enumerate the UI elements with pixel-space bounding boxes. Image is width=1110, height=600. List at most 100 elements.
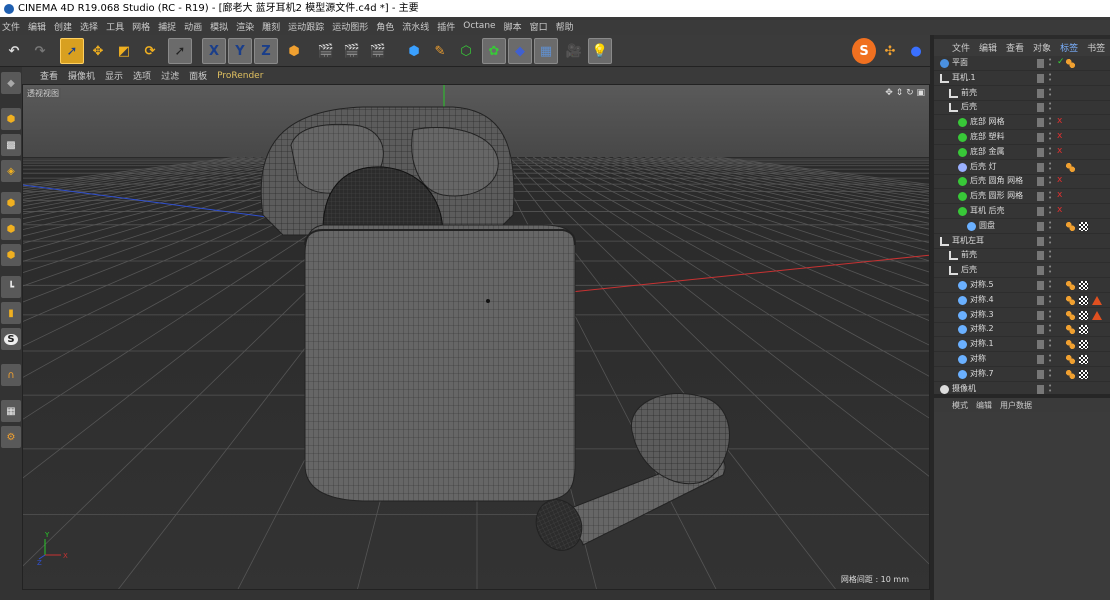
menu-item[interactable]: 流水线 [402, 20, 429, 33]
layer-swatch[interactable] [1037, 236, 1044, 246]
axis-mode-icon[interactable]: ┗ [1, 276, 21, 298]
visibility-dots[interactable]: • • [1048, 219, 1053, 232]
checker-icon[interactable] [1079, 325, 1088, 335]
menu-item[interactable]: 雕刻 [262, 20, 280, 33]
cloner-icon[interactable]: ✿ [482, 38, 506, 64]
object-row[interactable]: 后壳 圆角 网格 • • x [934, 174, 1110, 190]
disabled-x-icon[interactable]: x [1057, 146, 1062, 156]
object-manager-tab[interactable]: 书签 [1087, 41, 1105, 54]
checker-icon[interactable] [1079, 221, 1088, 231]
make-editable-icon[interactable]: ◆ [1, 72, 21, 94]
visibility-dots[interactable]: • • [1048, 234, 1053, 247]
orange-dots-icon[interactable] [1066, 59, 1075, 68]
menu-item[interactable]: 创建 [54, 20, 72, 33]
checker-icon[interactable] [1079, 355, 1088, 364]
object-row[interactable]: 平面 • • ✓ [934, 56, 1110, 71]
visibility-dots[interactable]: • • [1048, 145, 1053, 158]
object-row[interactable]: 对称 • • [934, 352, 1110, 367]
recent-tool-icon[interactable]: ➚ [168, 38, 192, 64]
visibility-dots[interactable]: • • [1048, 57, 1053, 69]
menu-item[interactable]: 帮助 [556, 20, 574, 33]
warning-icon[interactable] [1092, 295, 1102, 305]
orange-dots-icon[interactable] [1066, 295, 1075, 305]
menu-item[interactable]: 运动跟踪 [288, 20, 324, 33]
orange-dots-icon[interactable] [1066, 325, 1075, 335]
layer-swatch[interactable] [1037, 281, 1044, 290]
move-icon[interactable]: ✥ [86, 38, 110, 64]
menu-item[interactable]: 运动图形 [332, 20, 368, 33]
viewport-menu-item[interactable]: 摄像机 [68, 69, 95, 82]
layer-swatch[interactable] [1037, 310, 1044, 320]
object-row[interactable]: 前壳 • • [934, 248, 1110, 264]
menu-item[interactable]: 动画 [184, 20, 202, 33]
rotate-icon[interactable]: ⟳ [138, 38, 162, 64]
snap-icon[interactable]: S [852, 38, 876, 64]
menu-item[interactable]: 捕捉 [158, 20, 176, 33]
visibility-dots[interactable]: • • [1048, 205, 1053, 217]
object-manager-tab[interactable]: 对象 [1033, 41, 1051, 54]
object-manager-tab[interactable]: 查看 [1006, 41, 1024, 54]
orange-dots-icon[interactable] [1066, 355, 1075, 364]
perspective-viewport[interactable]: Y X Z 透视视图 网格间距 : 10 mm ✥ ⇕ ↻ ▣ [22, 84, 930, 590]
attribute-manager-tab[interactable]: 编辑 [976, 400, 992, 411]
viewport-menu-item[interactable]: 选项 [133, 69, 151, 82]
object-row[interactable]: 对称.5 • • [934, 278, 1110, 293]
pen-icon[interactable]: ✎ [428, 38, 452, 64]
disabled-x-icon[interactable]: x [1057, 116, 1062, 126]
checker-icon[interactable] [1079, 310, 1088, 320]
object-row[interactable]: 底部 网格 • • x [934, 115, 1110, 131]
layer-swatch[interactable] [1037, 295, 1044, 305]
object-manager-tab[interactable]: 标签 [1060, 41, 1078, 54]
viewport-menu-item[interactable]: 查看 [40, 69, 58, 82]
object-row[interactable]: 后壳 • • [934, 263, 1110, 279]
layer-swatch[interactable] [1037, 251, 1044, 261]
floor-icon[interactable]: ▦ [534, 38, 558, 64]
enabled-check-icon[interactable]: ✓ [1057, 57, 1065, 67]
visibility-dots[interactable]: • • [1048, 338, 1053, 350]
layer-swatch[interactable] [1037, 118, 1044, 128]
workplane-icon[interactable]: ✣ [878, 38, 902, 64]
disabled-x-icon[interactable]: x [1057, 131, 1062, 141]
attribute-manager-panel[interactable] [934, 412, 1110, 600]
object-row[interactable]: 耳机 后壳 • • x [934, 204, 1110, 219]
object-row[interactable]: 后壳 • • [934, 100, 1110, 116]
visibility-dots[interactable]: • • [1048, 86, 1053, 99]
layer-swatch[interactable] [1037, 221, 1044, 231]
redo-icon[interactable]: ↷ [28, 38, 52, 64]
light-icon[interactable]: 💡 [588, 38, 612, 64]
object-row[interactable]: 对称.3 • • [934, 308, 1110, 323]
object-row[interactable]: 对称.4 • • [934, 293, 1110, 308]
visibility-dots[interactable]: • • [1048, 71, 1053, 84]
cube-icon[interactable]: ⬢ [402, 38, 426, 64]
layer-swatch[interactable] [1037, 355, 1044, 364]
visibility-dots[interactable]: • • [1048, 353, 1053, 365]
object-row[interactable]: 对称.7 • • [934, 367, 1110, 382]
lock-icon[interactable]: ⚙ [1, 426, 21, 448]
orange-dots-icon[interactable] [1066, 310, 1075, 320]
layer-swatch[interactable] [1037, 266, 1044, 276]
layer-swatch[interactable] [1037, 59, 1044, 68]
disabled-x-icon[interactable]: x [1057, 190, 1062, 200]
disabled-x-icon[interactable]: x [1057, 205, 1062, 215]
checker-icon[interactable] [1079, 340, 1088, 350]
menu-item[interactable]: 文件 [2, 20, 20, 33]
visibility-dots[interactable]: • • [1048, 308, 1053, 321]
visibility-dots[interactable]: • • [1048, 131, 1053, 143]
coordinate-system-icon[interactable]: ⬢ [282, 38, 306, 64]
layer-swatch[interactable] [1037, 192, 1044, 202]
y-axis-lock-button[interactable]: Y [228, 38, 252, 64]
layer-swatch[interactable] [1037, 162, 1044, 172]
object-row[interactable]: 底部 塑料 • • x [934, 130, 1110, 145]
menu-item[interactable]: 编辑 [28, 20, 46, 33]
viewport-menu-item[interactable]: 显示 [105, 69, 123, 82]
layer-swatch[interactable] [1037, 88, 1044, 98]
undo-icon[interactable]: ↶ [2, 38, 26, 64]
menu-item[interactable]: 渲染 [236, 20, 254, 33]
object-row[interactable]: 对称.2 • • [934, 322, 1110, 338]
checker-icon[interactable]: ▦ [1, 400, 21, 422]
object-row[interactable]: 对称.1 • • [934, 337, 1110, 353]
object-row[interactable]: 后壳 灯 • • [934, 160, 1110, 175]
orange-dots-icon[interactable] [1066, 281, 1075, 290]
object-row[interactable]: 底部 金属 • • x [934, 145, 1110, 160]
points-mode-icon[interactable]: ⬢ [1, 192, 21, 214]
